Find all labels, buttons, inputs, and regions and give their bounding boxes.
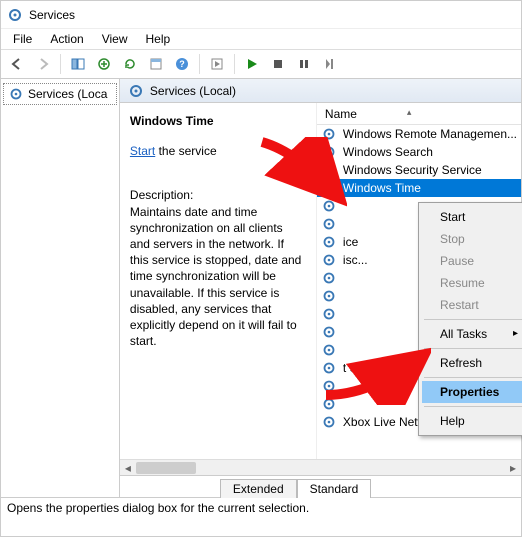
gear-icon: [321, 324, 337, 340]
app-gear-icon: [7, 7, 23, 23]
gear-icon: [321, 180, 337, 196]
gear-icon: [8, 86, 24, 102]
service-row[interactable]: Windows Security Service: [317, 161, 521, 179]
service-row[interactable]: Windows Time: [317, 179, 521, 197]
service-row-label: t S...: [343, 361, 368, 375]
cm-all-tasks-label: All Tasks: [440, 327, 487, 341]
stop-icon[interactable]: [266, 52, 290, 76]
forward-arrow-icon[interactable]: [31, 52, 55, 76]
cm-refresh[interactable]: Refresh: [422, 352, 522, 374]
description-text: Maintains date and time synchronization …: [130, 204, 306, 350]
gear-icon: [321, 162, 337, 178]
menu-file[interactable]: File: [5, 30, 40, 48]
cm-start[interactable]: Start: [422, 206, 522, 228]
menu-action[interactable]: Action: [42, 30, 91, 48]
play-icon[interactable]: [240, 52, 264, 76]
service-row-label: Windows Security Service: [343, 163, 482, 177]
service-row[interactable]: Windows Remote Managemen...: [317, 125, 521, 143]
view-tabs: Extended Standard: [120, 475, 521, 497]
status-bar: Opens the properties dialog box for the …: [1, 498, 521, 518]
tab-standard[interactable]: Standard: [297, 479, 372, 498]
cm-resume: Resume: [422, 272, 522, 294]
back-arrow-icon[interactable]: [5, 52, 29, 76]
list-header: Services (Local): [120, 79, 521, 103]
gear-icon: [321, 198, 337, 214]
service-row-label: ice: [343, 235, 358, 249]
cm-all-tasks[interactable]: All Tasks ▸: [422, 323, 522, 345]
export-list-icon[interactable]: [92, 52, 116, 76]
help-icon[interactable]: ?: [170, 52, 194, 76]
status-text: Opens the properties dialog box for the …: [7, 501, 309, 515]
tree-root-label: Services (Loca: [28, 87, 107, 101]
cm-separator: [424, 348, 522, 349]
gear-icon: [321, 126, 337, 142]
menu-bar: File Action View Help: [1, 29, 521, 49]
gear-icon: [321, 360, 337, 376]
tree-panel: Services (Loca: [1, 79, 120, 497]
show-hide-tree-icon[interactable]: [66, 52, 90, 76]
gear-icon: [321, 216, 337, 232]
start-service-icon[interactable]: [205, 52, 229, 76]
menu-view[interactable]: View: [94, 30, 136, 48]
gear-icon: [321, 414, 337, 430]
gear-icon: [321, 306, 337, 322]
chevron-right-icon: ▸: [513, 328, 518, 339]
cm-separator: [424, 377, 522, 378]
details-pane: Windows Time Start the service Descripti…: [120, 103, 316, 459]
service-row-label: Windows Search: [343, 145, 433, 159]
gear-icon: [321, 378, 337, 394]
service-row-label: isc...: [343, 253, 368, 267]
column-name[interactable]: Name: [325, 107, 357, 121]
cm-stop: Stop: [422, 228, 522, 250]
tree-root-services[interactable]: Services (Loca: [3, 83, 117, 105]
gear-icon: [321, 234, 337, 250]
gear-icon: [321, 252, 337, 268]
grid-header[interactable]: Name ▴: [317, 103, 521, 125]
service-row-label: Windows Time: [343, 181, 421, 195]
cm-help[interactable]: Help: [422, 410, 522, 432]
restart-icon[interactable]: [318, 52, 342, 76]
service-row-label: Windows Remote Managemen...: [343, 127, 517, 141]
cm-properties[interactable]: Properties: [422, 381, 522, 403]
start-service-link[interactable]: Start: [130, 144, 155, 158]
horizontal-scrollbar[interactable]: ◂ ▸: [120, 459, 521, 475]
gear-icon: [321, 144, 337, 160]
toolbar: ?: [1, 49, 521, 79]
pause-icon[interactable]: [292, 52, 316, 76]
list-header-title: Services (Local): [150, 84, 236, 98]
gear-icon: [321, 396, 337, 412]
tab-extended[interactable]: Extended: [220, 479, 297, 498]
service-row[interactable]: Windows Search: [317, 143, 521, 161]
cm-restart: Restart: [422, 294, 522, 316]
description-label: Description:: [130, 187, 306, 203]
sort-asc-icon: ▴: [407, 107, 412, 118]
scroll-track[interactable]: [136, 460, 505, 476]
gear-icon: [321, 342, 337, 358]
start-service-suffix: the service: [155, 144, 216, 158]
selected-service-name: Windows Time: [130, 113, 306, 129]
cm-pause: Pause: [422, 250, 522, 272]
refresh-icon[interactable]: [118, 52, 142, 76]
gear-icon: [321, 288, 337, 304]
window-title: Services: [29, 8, 75, 22]
scroll-left-icon[interactable]: ◂: [120, 460, 136, 476]
start-service-line: Start the service: [130, 143, 306, 159]
scroll-right-icon[interactable]: ▸: [505, 460, 521, 476]
gear-icon: [321, 270, 337, 286]
svg-text:?: ?: [179, 59, 185, 69]
title-bar: Services: [1, 1, 521, 29]
properties-icon[interactable]: [144, 52, 168, 76]
scroll-thumb[interactable]: [136, 462, 196, 474]
gear-icon: [128, 83, 144, 99]
cm-separator: [424, 406, 522, 407]
cm-separator: [424, 319, 522, 320]
menu-help[interactable]: Help: [138, 30, 179, 48]
context-menu: Start Stop Pause Resume Restart All Task…: [418, 202, 522, 436]
